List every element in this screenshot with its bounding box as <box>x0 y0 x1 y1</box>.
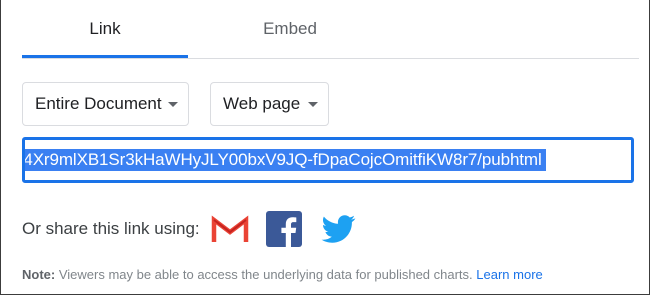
twitter-icon[interactable] <box>318 209 358 249</box>
tab-bar: Link Embed <box>22 0 639 59</box>
gmail-icon[interactable] <box>210 209 250 249</box>
chevron-down-icon <box>168 102 178 107</box>
publish-dialog: Link Embed Entire Document Web page ugjM… <box>0 0 650 295</box>
learn-more-link[interactable]: Learn more <box>476 267 542 282</box>
note-text: Note: Viewers may be able to access the … <box>22 267 543 282</box>
format-dropdown-value: Web page <box>223 94 301 113</box>
tab-embed[interactable]: Embed <box>207 0 373 57</box>
facebook-icon[interactable] <box>264 209 304 249</box>
share-row: Or share this link using: <box>22 207 358 251</box>
tab-embed-label: Embed <box>263 18 317 38</box>
scope-dropdown[interactable]: Entire Document <box>22 82 189 126</box>
chevron-down-icon <box>308 102 318 107</box>
scope-dropdown-value: Entire Document <box>35 94 162 113</box>
published-url-text[interactable]: ugjMaRq4Xr9mlXB1Sr3kHaWHyJLY00bxV9JQ-fDp… <box>25 149 546 171</box>
format-dropdown[interactable]: Web page <box>210 82 329 126</box>
published-url-field[interactable]: ugjMaRq4Xr9mlXB1Sr3kHaWHyJLY00bxV9JQ-fDp… <box>22 137 634 183</box>
share-label: Or share this link using: <box>22 219 200 238</box>
tab-link-label: Link <box>89 18 121 38</box>
note-body: Viewers may be able to access the underl… <box>55 267 477 282</box>
tab-link[interactable]: Link <box>22 0 188 58</box>
note-prefix: Note: <box>22 267 56 282</box>
